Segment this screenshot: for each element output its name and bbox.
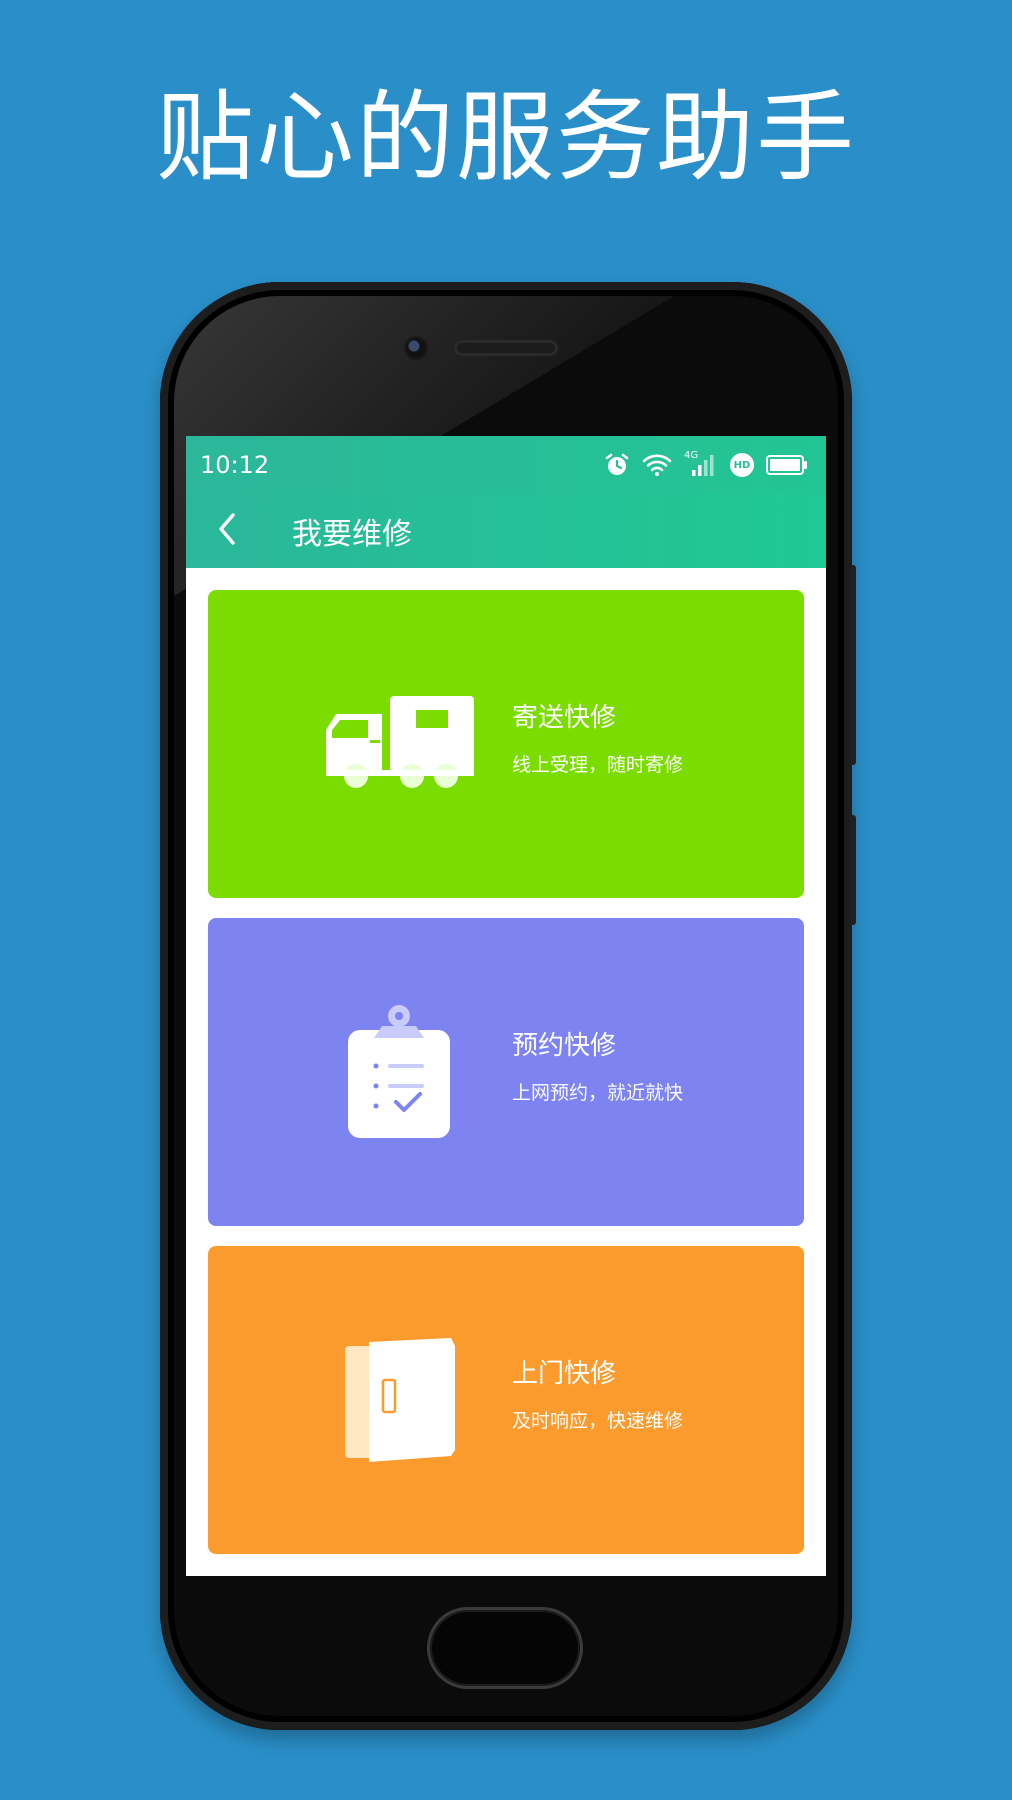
card-title: 寄送快修 xyxy=(512,703,617,733)
repair-options: 寄送快修 线上受理，随时寄修 预约快修 上网预约，就近就快 上门快修 及时响应，… xyxy=(186,568,826,1554)
page-title: 我要维修 xyxy=(292,517,412,552)
app-toolbar: 我要维修 xyxy=(186,494,826,568)
status-icons: 4G HD xyxy=(604,436,808,494)
card-text: 预约快修 上网预约，就近就快 xyxy=(512,1028,683,1106)
alarm-icon xyxy=(604,452,630,478)
status-time: 10:12 xyxy=(200,451,270,479)
card-text: 寄送快修 线上受理，随时寄修 xyxy=(512,700,683,778)
hd-label: HD xyxy=(733,459,751,471)
card-subtitle: 线上受理，随时寄修 xyxy=(512,754,684,776)
chevron-left-icon xyxy=(215,511,239,551)
hd-icon: HD xyxy=(730,453,754,477)
wifi-icon xyxy=(642,453,672,477)
promo-headline: 贴心的服务助手 xyxy=(155,81,856,195)
promo-page: 贴心的服务助手 10:12 4G HD 我要维修 寄送快修 线上受理，随时寄修 … xyxy=(0,0,1012,1800)
card-title: 上门快修 xyxy=(512,1359,617,1389)
earpiece-speaker xyxy=(454,340,558,356)
front-camera xyxy=(406,338,426,358)
door-icon xyxy=(326,1330,476,1470)
card-subtitle: 及时响应，快速维修 xyxy=(512,1410,684,1432)
mail-in-repair-card[interactable]: 寄送快修 线上受理，随时寄修 xyxy=(208,590,804,898)
clipboard-check-icon xyxy=(326,1002,476,1142)
truck-icon xyxy=(326,674,476,814)
card-subtitle: 上网预约，就近就快 xyxy=(512,1082,684,1104)
appointment-repair-card[interactable]: 预约快修 上网预约，就近就快 xyxy=(208,918,804,1226)
card-text: 上门快修 及时响应，快速维修 xyxy=(512,1356,683,1434)
onsite-repair-card[interactable]: 上门快修 及时响应，快速维修 xyxy=(208,1246,804,1554)
power-button xyxy=(850,815,856,925)
battery-icon xyxy=(766,455,808,475)
signal-4g-icon: 4G xyxy=(684,450,718,478)
back-button[interactable] xyxy=(206,510,248,552)
home-button[interactable] xyxy=(430,1610,580,1686)
card-title: 预约快修 xyxy=(512,1031,617,1061)
app-screen: 10:12 4G HD 我要维修 寄送快修 线上受理，随时寄修 预约快修 上网预… xyxy=(186,436,826,1576)
volume-button xyxy=(850,565,856,765)
status-bar: 10:12 4G HD xyxy=(186,436,826,494)
